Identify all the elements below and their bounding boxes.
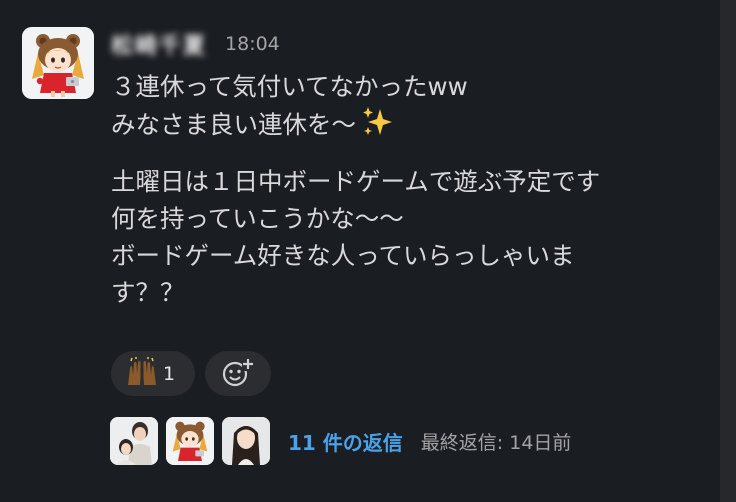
message-line: ３連休って気付いてなかったww [111,72,468,101]
sender-avatar[interactable] [22,27,94,99]
reaction-count: 1 [162,362,176,385]
thread-last-reply: 最終返信: 14日前 [420,431,572,454]
thread-replies-link[interactable]: 11 件の返信 [288,427,403,456]
timestamp[interactable]: 18:04 [225,33,280,55]
message-paragraph: 土曜日は１日中ボードゲームで遊ぶ予定です 何を持っていこうかな〜〜 ボードゲーム… [111,163,711,311]
reaction-raised-hands[interactable]: 1 [111,351,195,396]
message-line: 何を持っていこうかな〜〜 [111,204,404,233]
couple-photo-icon [110,417,158,465]
message-header: 松崎千夏 18:04 [111,28,280,60]
message-line: す？？ [111,278,185,307]
bear-girl-avatar-icon [22,27,94,99]
add-reaction-button[interactable] [205,351,271,396]
add-emoji-icon [221,356,255,392]
message-line: みなさま良い連休を〜 [111,110,356,139]
reaction-bar: 1 [111,351,271,396]
message-body: ３連休って気付いてなかったww みなさま良い連休を〜 土曜日は１日中ボードゲーム… [111,68,711,325]
bear-girl-avatar-icon [166,417,214,465]
reply-avatar [110,417,158,465]
message-line: 土曜日は１日中ボードゲームで遊ぶ予定です [111,167,601,196]
sparkles-icon [360,105,394,149]
scrollbar-track[interactable] [720,0,736,502]
reply-avatar [222,417,270,465]
woman-photo-icon [222,417,270,465]
raised-hands-icon [125,356,159,391]
message-paragraph: ３連休って気付いてなかったww みなさま良い連休を〜 [111,68,711,149]
thread-summary[interactable]: 11 件の返信 最終返信: 14日前 [110,417,571,465]
sender-name[interactable]: 松崎千夏 [111,28,207,60]
message-line: ボードゲーム好きな人っていらっしゃいま [111,241,575,270]
reply-avatar [166,417,214,465]
message-line-with-emoji: みなさま良い連休を〜 [111,105,711,149]
